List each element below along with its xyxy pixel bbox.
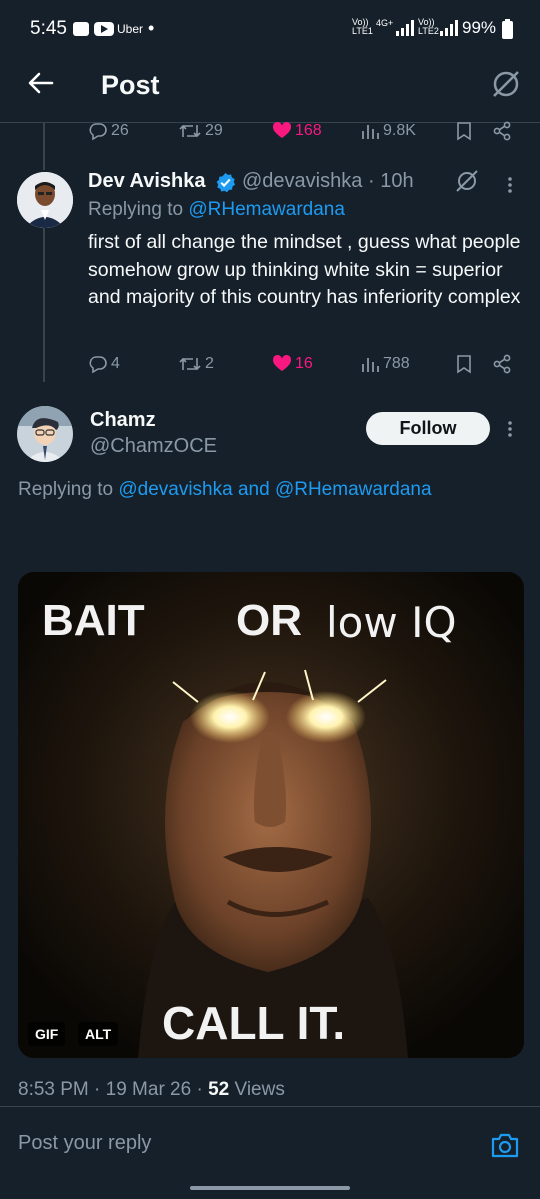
author-handle[interactable]: @ChamzOCE xyxy=(90,435,217,458)
post-timestamp: 8:53 PM · 19 Mar 26 · xyxy=(18,1079,203,1100)
sim2-label: Vo)) LTE2 xyxy=(418,17,439,36)
gif-caption-or: OR xyxy=(236,596,302,645)
follow-button[interactable]: Follow xyxy=(366,412,490,445)
bookmark-button[interactable] xyxy=(454,354,474,374)
battery-icon xyxy=(502,19,513,44)
like-button[interactable]: 168 xyxy=(272,121,322,141)
replying-to: Replying to @RHemawardana xyxy=(88,199,345,220)
share-icon xyxy=(493,121,511,141)
repost-button[interactable]: 29 xyxy=(178,121,223,141)
camera-icon[interactable] xyxy=(490,1130,520,1160)
share-icon xyxy=(493,354,511,374)
views-icon xyxy=(362,125,379,139)
gif-caption-lowiq: low IQ xyxy=(326,598,457,647)
views-button[interactable]: 9.8K xyxy=(360,121,416,141)
reply-icon xyxy=(89,356,107,374)
heart-filled-icon xyxy=(272,121,292,138)
replying-to: Replying to @devavishka and @RHemawardan… xyxy=(18,479,432,500)
like-button[interactable]: 16 xyxy=(272,354,313,374)
mention-link[interactable]: @RHemawardana xyxy=(188,199,345,220)
battery-percent: 99% xyxy=(462,18,497,37)
alt-badge[interactable]: ALT xyxy=(78,1022,119,1046)
bookmark-button[interactable] xyxy=(454,121,474,141)
share-button[interactable] xyxy=(492,354,512,374)
status-bar: 5:45 Uber • Vo)) LTE1 4G+ Vo)) LTE2 99% xyxy=(0,0,540,60)
gif-media[interactable]: BAIT OR low IQ CALL IT. GIF ALT xyxy=(18,572,524,1058)
network-type: 4G+ xyxy=(376,18,394,28)
author-name[interactable]: Chamz xyxy=(90,409,156,432)
reply-icon xyxy=(89,123,107,141)
uber-label: Uber xyxy=(117,22,144,36)
verified-badge-icon xyxy=(215,172,236,198)
reply-button[interactable]: 26 xyxy=(88,121,129,141)
avatar-dev-avishka[interactable] xyxy=(17,172,73,228)
grok-explain-icon[interactable] xyxy=(454,168,480,199)
author-handle[interactable]: @devavishka xyxy=(242,170,362,193)
page-title: Post xyxy=(101,70,160,100)
gif-caption-bait: BAIT xyxy=(42,596,145,645)
post-time: · 10h xyxy=(368,170,414,192)
reply-input[interactable]: Post your reply xyxy=(18,1132,151,1155)
views-icon xyxy=(362,358,379,372)
views-button[interactable]: 788 xyxy=(360,354,410,374)
prev-post-actions: 26 29 168 9.8K xyxy=(0,121,540,145)
home-indicator xyxy=(190,1186,350,1190)
views-label: Views xyxy=(234,1079,285,1100)
post-text: first of all change the mindset , guess … xyxy=(88,231,521,308)
top-bar: Post xyxy=(0,60,540,122)
grok-icon[interactable] xyxy=(490,68,522,100)
reply-button[interactable]: 4 xyxy=(88,354,120,374)
sim1-label: Vo)) LTE1 xyxy=(352,17,373,36)
mention-link[interactable]: @devavishka and @RHemawardana xyxy=(118,479,431,500)
gif-badge: GIF xyxy=(28,1022,66,1046)
repost-icon xyxy=(179,357,201,371)
gif-caption-callit: CALL IT. xyxy=(162,997,346,1049)
share-button[interactable] xyxy=(492,121,512,141)
repost-icon xyxy=(179,124,201,138)
reply-post-actions: 4 2 16 788 xyxy=(0,354,540,378)
back-arrow-icon[interactable] xyxy=(26,68,56,98)
more-options-icon[interactable] xyxy=(507,420,513,438)
more-options-icon[interactable] xyxy=(507,176,513,194)
status-time: 5:45 xyxy=(30,18,67,39)
heart-filled-icon xyxy=(272,354,292,371)
signal-2-icon xyxy=(440,20,458,41)
avatar-chamz[interactable] xyxy=(17,406,73,462)
signal-icon xyxy=(396,20,414,41)
bookmark-icon xyxy=(457,355,471,374)
post-meta: 8:53 PM · 19 Mar 26 · 52 Views xyxy=(18,1079,285,1101)
views-count: 52 xyxy=(208,1079,230,1100)
notification-dot-icon: • xyxy=(148,18,155,38)
repost-button[interactable]: 2 xyxy=(178,354,214,374)
author-name[interactable]: Dev Avishka xyxy=(88,170,205,193)
bookmark-icon xyxy=(457,122,471,141)
